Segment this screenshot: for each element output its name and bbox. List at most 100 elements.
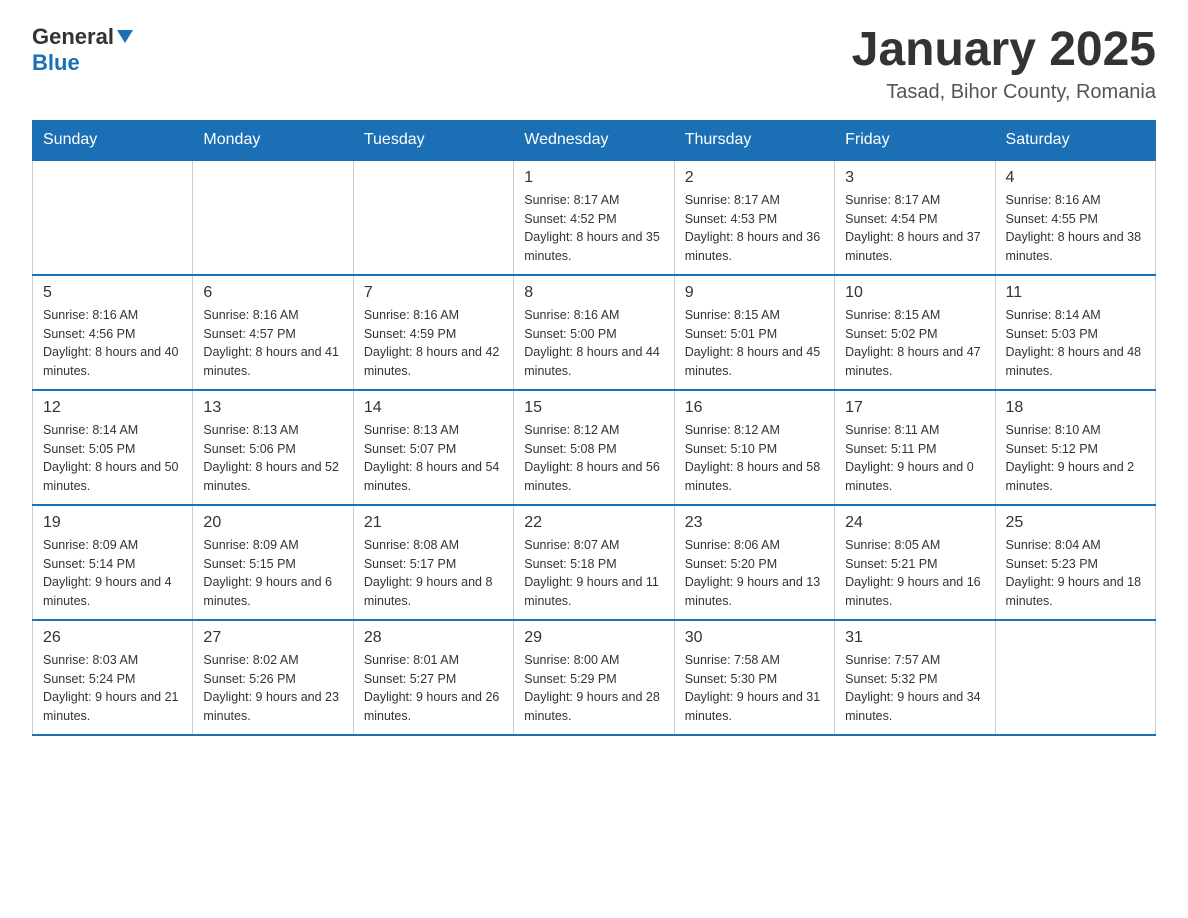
title-section: January 2025 Tasad, Bihor County, Romani… (852, 24, 1156, 104)
day-info: Sunrise: 8:12 AM Sunset: 5:08 PM Dayligh… (524, 421, 663, 496)
calendar-cell: 29 Sunrise: 8:00 AM Sunset: 5:29 PM Dayli… (514, 620, 674, 735)
day-number: 16 (685, 399, 824, 417)
calendar-cell: 7Sunrise: 8:16 AM Sunset: 4:59 PM Daylig… (353, 275, 513, 390)
calendar-cell: 6 Sunrise: 8:16 AM Sunset: 4:57 PM Daylig… (193, 275, 353, 390)
calendar-cell: 12 Sunrise: 8:14 AM Sunset: 5:05 PM Dayli… (33, 390, 193, 505)
calendar-week-row: 19 Sunrise: 8:09 AM Sunset: 5:14 PM Dayli… (33, 505, 1156, 620)
day-info: Sunrise: 8:15 AM Sunset: 5:01 PM Dayligh… (685, 306, 824, 381)
day-number: 19 (43, 514, 182, 532)
day-info: Sunrise: 8:08 AM Sunset: 5:17 PM Dayligh… (364, 536, 503, 611)
day-info: Sunrise: 8:16 AM Sunset: 4:56 PM Dayligh… (43, 306, 182, 381)
day-info: Sunrise: 8:13 AM Sunset: 5:07 PM Dayligh… (364, 421, 503, 496)
calendar-cell: 18Sunrise: 8:10 AM Sunset: 5:12 PM Dayli… (995, 390, 1155, 505)
calendar-cell (33, 160, 193, 275)
calendar-day-header: Sunday (33, 120, 193, 160)
calendar-week-row: 1 Sunrise: 8:17 AM Sunset: 4:52 PM Daylig… (33, 160, 1156, 275)
calendar-cell: 19 Sunrise: 8:09 AM Sunset: 5:14 PM Dayli… (33, 505, 193, 620)
calendar-header-row: SundayMondayTuesdayWednesdayThursdayFrid… (33, 120, 1156, 160)
calendar-cell: 21 Sunrise: 8:08 AM Sunset: 5:17 PM Dayli… (353, 505, 513, 620)
day-number: 6 (203, 284, 342, 302)
day-info: Sunrise: 8:09 AM Sunset: 5:14 PM Dayligh… (43, 536, 182, 611)
calendar-title: January 2025 (852, 24, 1156, 77)
day-number: 31 (845, 629, 984, 647)
day-info: Sunrise: 8:14 AM Sunset: 5:05 PM Dayligh… (43, 421, 182, 496)
day-number: 29 (524, 629, 663, 647)
day-number: 12 (43, 399, 182, 417)
calendar-cell: 5 Sunrise: 8:16 AM Sunset: 4:56 PM Daylig… (33, 275, 193, 390)
day-number: 13 (203, 399, 342, 417)
day-number: 23 (685, 514, 824, 532)
calendar-day-header: Friday (835, 120, 995, 160)
calendar-cell: 17Sunrise: 8:11 AM Sunset: 5:11 PM Dayli… (835, 390, 995, 505)
day-number: 11 (1006, 284, 1145, 302)
calendar-cell: 10Sunrise: 8:15 AM Sunset: 5:02 PM Dayli… (835, 275, 995, 390)
calendar-week-row: 12 Sunrise: 8:14 AM Sunset: 5:05 PM Dayli… (33, 390, 1156, 505)
calendar-cell: 14 Sunrise: 8:13 AM Sunset: 5:07 PM Dayli… (353, 390, 513, 505)
day-number: 25 (1006, 514, 1145, 532)
day-info: Sunrise: 8:10 AM Sunset: 5:12 PM Dayligh… (1006, 421, 1145, 496)
calendar-cell: 20Sunrise: 8:09 AM Sunset: 5:15 PM Dayli… (193, 505, 353, 620)
logo-blue-text: Blue (32, 50, 80, 76)
day-number: 21 (364, 514, 503, 532)
day-info: Sunrise: 8:15 AM Sunset: 5:02 PM Dayligh… (845, 306, 984, 381)
day-info: Sunrise: 8:17 AM Sunset: 4:52 PM Dayligh… (524, 191, 663, 266)
logo: General Blue (32, 24, 133, 76)
calendar-cell: 28Sunrise: 8:01 AM Sunset: 5:27 PM Dayli… (353, 620, 513, 735)
calendar-cell: 30Sunrise: 7:58 AM Sunset: 5:30 PM Dayli… (674, 620, 834, 735)
calendar-day-header: Saturday (995, 120, 1155, 160)
day-number: 1 (524, 169, 663, 187)
day-info: Sunrise: 8:16 AM Sunset: 4:59 PM Dayligh… (364, 306, 503, 381)
calendar-cell: 3 Sunrise: 8:17 AM Sunset: 4:54 PM Daylig… (835, 160, 995, 275)
calendar-subtitle: Tasad, Bihor County, Romania (852, 81, 1156, 104)
calendar-table: SundayMondayTuesdayWednesdayThursdayFrid… (32, 120, 1156, 736)
calendar-cell: 26Sunrise: 8:03 AM Sunset: 5:24 PM Dayli… (33, 620, 193, 735)
calendar-cell: 8Sunrise: 8:16 AM Sunset: 5:00 PM Daylig… (514, 275, 674, 390)
calendar-cell: 15 Sunrise: 8:12 AM Sunset: 5:08 PM Dayli… (514, 390, 674, 505)
day-info: Sunrise: 8:03 AM Sunset: 5:24 PM Dayligh… (43, 651, 182, 726)
day-number: 3 (845, 169, 984, 187)
calendar-cell: 2 Sunrise: 8:17 AM Sunset: 4:53 PM Daylig… (674, 160, 834, 275)
calendar-week-row: 5 Sunrise: 8:16 AM Sunset: 4:56 PM Daylig… (33, 275, 1156, 390)
day-number: 24 (845, 514, 984, 532)
day-number: 30 (685, 629, 824, 647)
calendar-cell: 23 Sunrise: 8:06 AM Sunset: 5:20 PM Dayli… (674, 505, 834, 620)
day-number: 5 (43, 284, 182, 302)
calendar-cell (995, 620, 1155, 735)
day-number: 14 (364, 399, 503, 417)
day-info: Sunrise: 8:17 AM Sunset: 4:54 PM Dayligh… (845, 191, 984, 266)
calendar-day-header: Monday (193, 120, 353, 160)
day-info: Sunrise: 8:12 AM Sunset: 5:10 PM Dayligh… (685, 421, 824, 496)
day-info: Sunrise: 8:11 AM Sunset: 5:11 PM Dayligh… (845, 421, 984, 496)
day-info: Sunrise: 8:00 AM Sunset: 5:29 PM Dayligh… (524, 651, 663, 726)
calendar-day-header: Thursday (674, 120, 834, 160)
day-number: 2 (685, 169, 824, 187)
logo-triangle-icon (117, 30, 133, 48)
day-info: Sunrise: 8:14 AM Sunset: 5:03 PM Dayligh… (1006, 306, 1145, 381)
day-info: Sunrise: 8:16 AM Sunset: 4:57 PM Dayligh… (203, 306, 342, 381)
calendar-cell: 4 Sunrise: 8:16 AM Sunset: 4:55 PM Daylig… (995, 160, 1155, 275)
day-info: Sunrise: 8:13 AM Sunset: 5:06 PM Dayligh… (203, 421, 342, 496)
calendar-cell: 25 Sunrise: 8:04 AM Sunset: 5:23 PM Dayli… (995, 505, 1155, 620)
calendar-day-header: Wednesday (514, 120, 674, 160)
day-number: 20 (203, 514, 342, 532)
calendar-cell: 1 Sunrise: 8:17 AM Sunset: 4:52 PM Daylig… (514, 160, 674, 275)
day-info: Sunrise: 8:06 AM Sunset: 5:20 PM Dayligh… (685, 536, 824, 611)
day-info: Sunrise: 8:16 AM Sunset: 4:55 PM Dayligh… (1006, 191, 1145, 266)
day-number: 27 (203, 629, 342, 647)
calendar-cell (193, 160, 353, 275)
calendar-cell: 24Sunrise: 8:05 AM Sunset: 5:21 PM Dayli… (835, 505, 995, 620)
day-info: Sunrise: 8:17 AM Sunset: 4:53 PM Dayligh… (685, 191, 824, 266)
day-info: Sunrise: 8:07 AM Sunset: 5:18 PM Dayligh… (524, 536, 663, 611)
day-number: 4 (1006, 169, 1145, 187)
day-info: Sunrise: 8:04 AM Sunset: 5:23 PM Dayligh… (1006, 536, 1145, 611)
calendar-cell: 16 Sunrise: 8:12 AM Sunset: 5:10 PM Dayli… (674, 390, 834, 505)
logo-general-text: General (32, 24, 114, 50)
day-info: Sunrise: 8:16 AM Sunset: 5:00 PM Dayligh… (524, 306, 663, 381)
day-info: Sunrise: 7:57 AM Sunset: 5:32 PM Dayligh… (845, 651, 984, 726)
calendar-week-row: 26Sunrise: 8:03 AM Sunset: 5:24 PM Dayli… (33, 620, 1156, 735)
calendar-cell: 22Sunrise: 8:07 AM Sunset: 5:18 PM Dayli… (514, 505, 674, 620)
calendar-cell: 9Sunrise: 8:15 AM Sunset: 5:01 PM Daylig… (674, 275, 834, 390)
calendar-cell: 11 Sunrise: 8:14 AM Sunset: 5:03 PM Dayli… (995, 275, 1155, 390)
calendar-cell (353, 160, 513, 275)
day-number: 15 (524, 399, 663, 417)
